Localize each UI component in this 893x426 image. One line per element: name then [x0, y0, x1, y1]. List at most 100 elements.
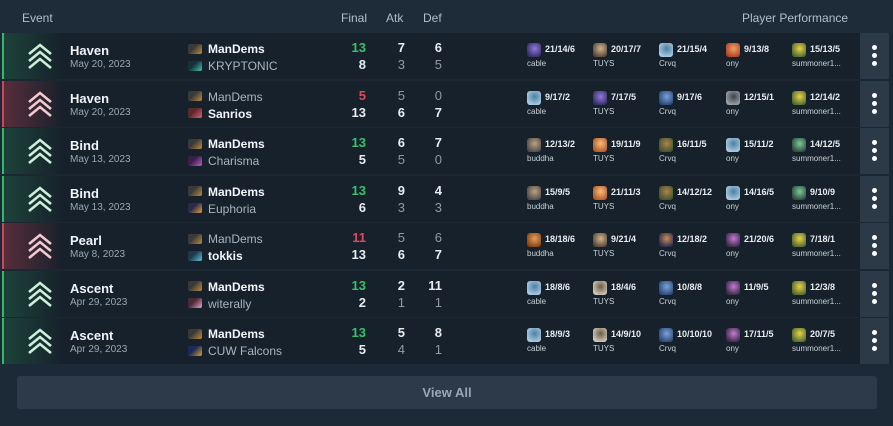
- team-one-final-score: 13: [351, 325, 366, 340]
- team-two[interactable]: witerally: [188, 296, 251, 310]
- team-one-final-score: 13: [351, 277, 366, 293]
- player-kda: 12/3/8: [810, 281, 836, 292]
- team-one-atk-score: 5: [397, 230, 405, 245]
- player-stat[interactable]: 9/21/4 TUYS: [593, 233, 657, 263]
- player-stat[interactable]: 16/11/5 Crvq: [659, 138, 723, 168]
- team-two[interactable]: KRYPTONIC: [188, 58, 278, 73]
- team-name: Sanrios: [208, 106, 253, 121]
- player-stat[interactable]: 9/17/6 Crvq: [659, 90, 723, 121]
- player-kda: 18/4/6: [611, 281, 637, 292]
- team-name: ManDems: [208, 231, 263, 246]
- player-name: cable: [527, 59, 547, 68]
- more-options-button[interactable]: [860, 175, 889, 222]
- team-one[interactable]: ManDems: [188, 41, 265, 56]
- player-name: summoner1...: [792, 59, 841, 68]
- player-stat[interactable]: 10/8/8 Crvq: [659, 280, 723, 311]
- player-name: summoner1...: [792, 344, 841, 353]
- view-all-button[interactable]: View All: [17, 376, 877, 409]
- more-options-button[interactable]: [860, 318, 889, 364]
- player-name: TUYS: [593, 296, 615, 306]
- kebab-dot-icon: [872, 298, 877, 304]
- team-one[interactable]: ManDems: [188, 326, 265, 341]
- more-options-button[interactable]: [860, 128, 889, 174]
- more-options-button[interactable]: [860, 33, 889, 79]
- match-row[interactable]: Pearl May 8, 2023 ManDems tokkis 11 13 5 6 6 7 18/…: [2, 223, 889, 269]
- kebab-dot-icon: [872, 338, 877, 343]
- player-stat[interactable]: 21/15/4 Crvq: [659, 43, 723, 73]
- team-name: ManDems: [208, 279, 265, 294]
- team-one[interactable]: ManDems: [188, 136, 265, 151]
- team-two-final-score: 5: [358, 152, 366, 167]
- team-two[interactable]: tokkis: [188, 248, 243, 263]
- player-kda: 7/18/1: [810, 234, 836, 244]
- kebab-dot-icon: [872, 53, 877, 58]
- player-stat[interactable]: 15/9/5 buddha: [527, 185, 591, 216]
- player-stat[interactable]: 21/14/6 cable: [527, 43, 591, 73]
- team-two[interactable]: Euphoria: [188, 201, 256, 215]
- team-one[interactable]: ManDems: [188, 89, 263, 103]
- player-stat[interactable]: 18/4/6 TUYS: [593, 280, 657, 311]
- player-kda: 21/14/6: [545, 44, 576, 54]
- player-stat[interactable]: 9/10/9 summoner1...: [792, 185, 856, 216]
- more-options-button[interactable]: [860, 223, 889, 269]
- player-stat[interactable]: 18/8/6 cable: [527, 280, 591, 311]
- valorant-rank-chevron-icon: [26, 232, 54, 260]
- player-stat[interactable]: 19/11/9 TUYS: [593, 138, 657, 168]
- player-stat[interactable]: 20/17/7 TUYS: [593, 43, 657, 73]
- player-kda: 9/17/2: [545, 91, 571, 102]
- player-stat[interactable]: 7/17/5 TUYS: [593, 90, 657, 121]
- player-stat[interactable]: 12/3/8 summoner1...: [792, 280, 856, 311]
- player-stat[interactable]: 17/11/5 ony: [726, 328, 790, 358]
- match-row[interactable]: Bind May 13, 2023 ManDems Charisma 13 5 6 5 7 0 12…: [2, 128, 889, 174]
- valorant-rank-chevron-icon: [26, 185, 54, 213]
- player-stat[interactable]: 21/20/6 ony: [726, 233, 790, 263]
- team-one[interactable]: ManDems: [188, 231, 263, 246]
- player-name: Crvq: [659, 154, 676, 163]
- player-stat[interactable]: 18/9/3 cable: [527, 328, 591, 358]
- match-row[interactable]: Ascent Apr 29, 2023 ManDems CUW Falcons 13 5 5…: [2, 318, 889, 364]
- player-kda: 20/7/5: [810, 329, 836, 339]
- kebab-dot-icon: [872, 187, 877, 193]
- sage-agent-icon: [527, 90, 541, 105]
- player-stat[interactable]: 20/7/5 summoner1...: [792, 328, 856, 358]
- player-stat[interactable]: 14/12/5 summoner1...: [792, 138, 856, 168]
- skye-agent-icon: [659, 138, 673, 152]
- more-options-button[interactable]: [860, 270, 889, 317]
- player-stat[interactable]: 18/18/6 buddha: [527, 233, 591, 263]
- match-row[interactable]: Bind May 13, 2023 ManDems Euphoria 13 6 9 3 4 3 15…: [2, 175, 889, 222]
- team-two[interactable]: Charisma: [188, 153, 259, 168]
- player-stat[interactable]: 14/16/5 ony: [726, 185, 790, 216]
- team-name: CUW Falcons: [208, 343, 283, 358]
- team-one[interactable]: ManDems: [188, 279, 265, 294]
- player-stat[interactable]: 10/10/10 Crvq: [659, 328, 723, 358]
- player-stat[interactable]: 12/13/2 buddha: [527, 138, 591, 168]
- player-stat[interactable]: 9/17/2 cable: [527, 90, 591, 121]
- match-row[interactable]: Haven May 20, 2023 ManDems Sanrios 5 13 5 6 0 7 9/…: [2, 80, 889, 127]
- match-row[interactable]: Ascent Apr 29, 2023 ManDems witerally 13 2 2 1 1…: [2, 270, 889, 317]
- match-row[interactable]: Haven May 20, 2023 ManDems KRYPTONIC 13 8 7 3 6 5…: [2, 33, 889, 79]
- player-kda: 19/11/9: [611, 139, 641, 149]
- kebab-dot-icon: [872, 251, 877, 256]
- player-stat[interactable]: 12/18/2 Crvq: [659, 233, 723, 263]
- player-name: ony: [726, 249, 739, 258]
- team-two-final-score: 8: [358, 57, 366, 72]
- player-stat[interactable]: 12/14/2 summoner1...: [792, 90, 856, 121]
- player-stat[interactable]: 15/11/2 ony: [726, 138, 790, 168]
- more-options-button[interactable]: [860, 80, 889, 127]
- player-kda: 15/11/2: [744, 139, 774, 149]
- final-column-header: Final: [341, 11, 368, 25]
- player-stat[interactable]: 14/12/12 Crvq: [659, 185, 723, 216]
- player-stat[interactable]: 21/11/3 TUYS: [593, 185, 657, 216]
- player-stat[interactable]: 15/13/5 summoner1...: [792, 43, 856, 73]
- player-stat[interactable]: 14/9/10 TUYS: [593, 328, 657, 358]
- player-stat[interactable]: 7/18/1 summoner1...: [792, 233, 856, 263]
- player-kda: 18/9/3: [545, 329, 571, 339]
- player-stat[interactable]: 11/9/5 ony: [726, 280, 790, 311]
- team-one[interactable]: ManDems: [188, 184, 265, 198]
- player-stat[interactable]: 12/15/1 ony: [726, 90, 790, 121]
- team-logo-icon: [188, 298, 202, 309]
- team-two[interactable]: CUW Falcons: [188, 343, 282, 358]
- kebab-dot-icon: [872, 203, 877, 209]
- team-two[interactable]: Sanrios: [188, 106, 253, 121]
- player-stat[interactable]: 9/13/8 ony: [726, 43, 790, 73]
